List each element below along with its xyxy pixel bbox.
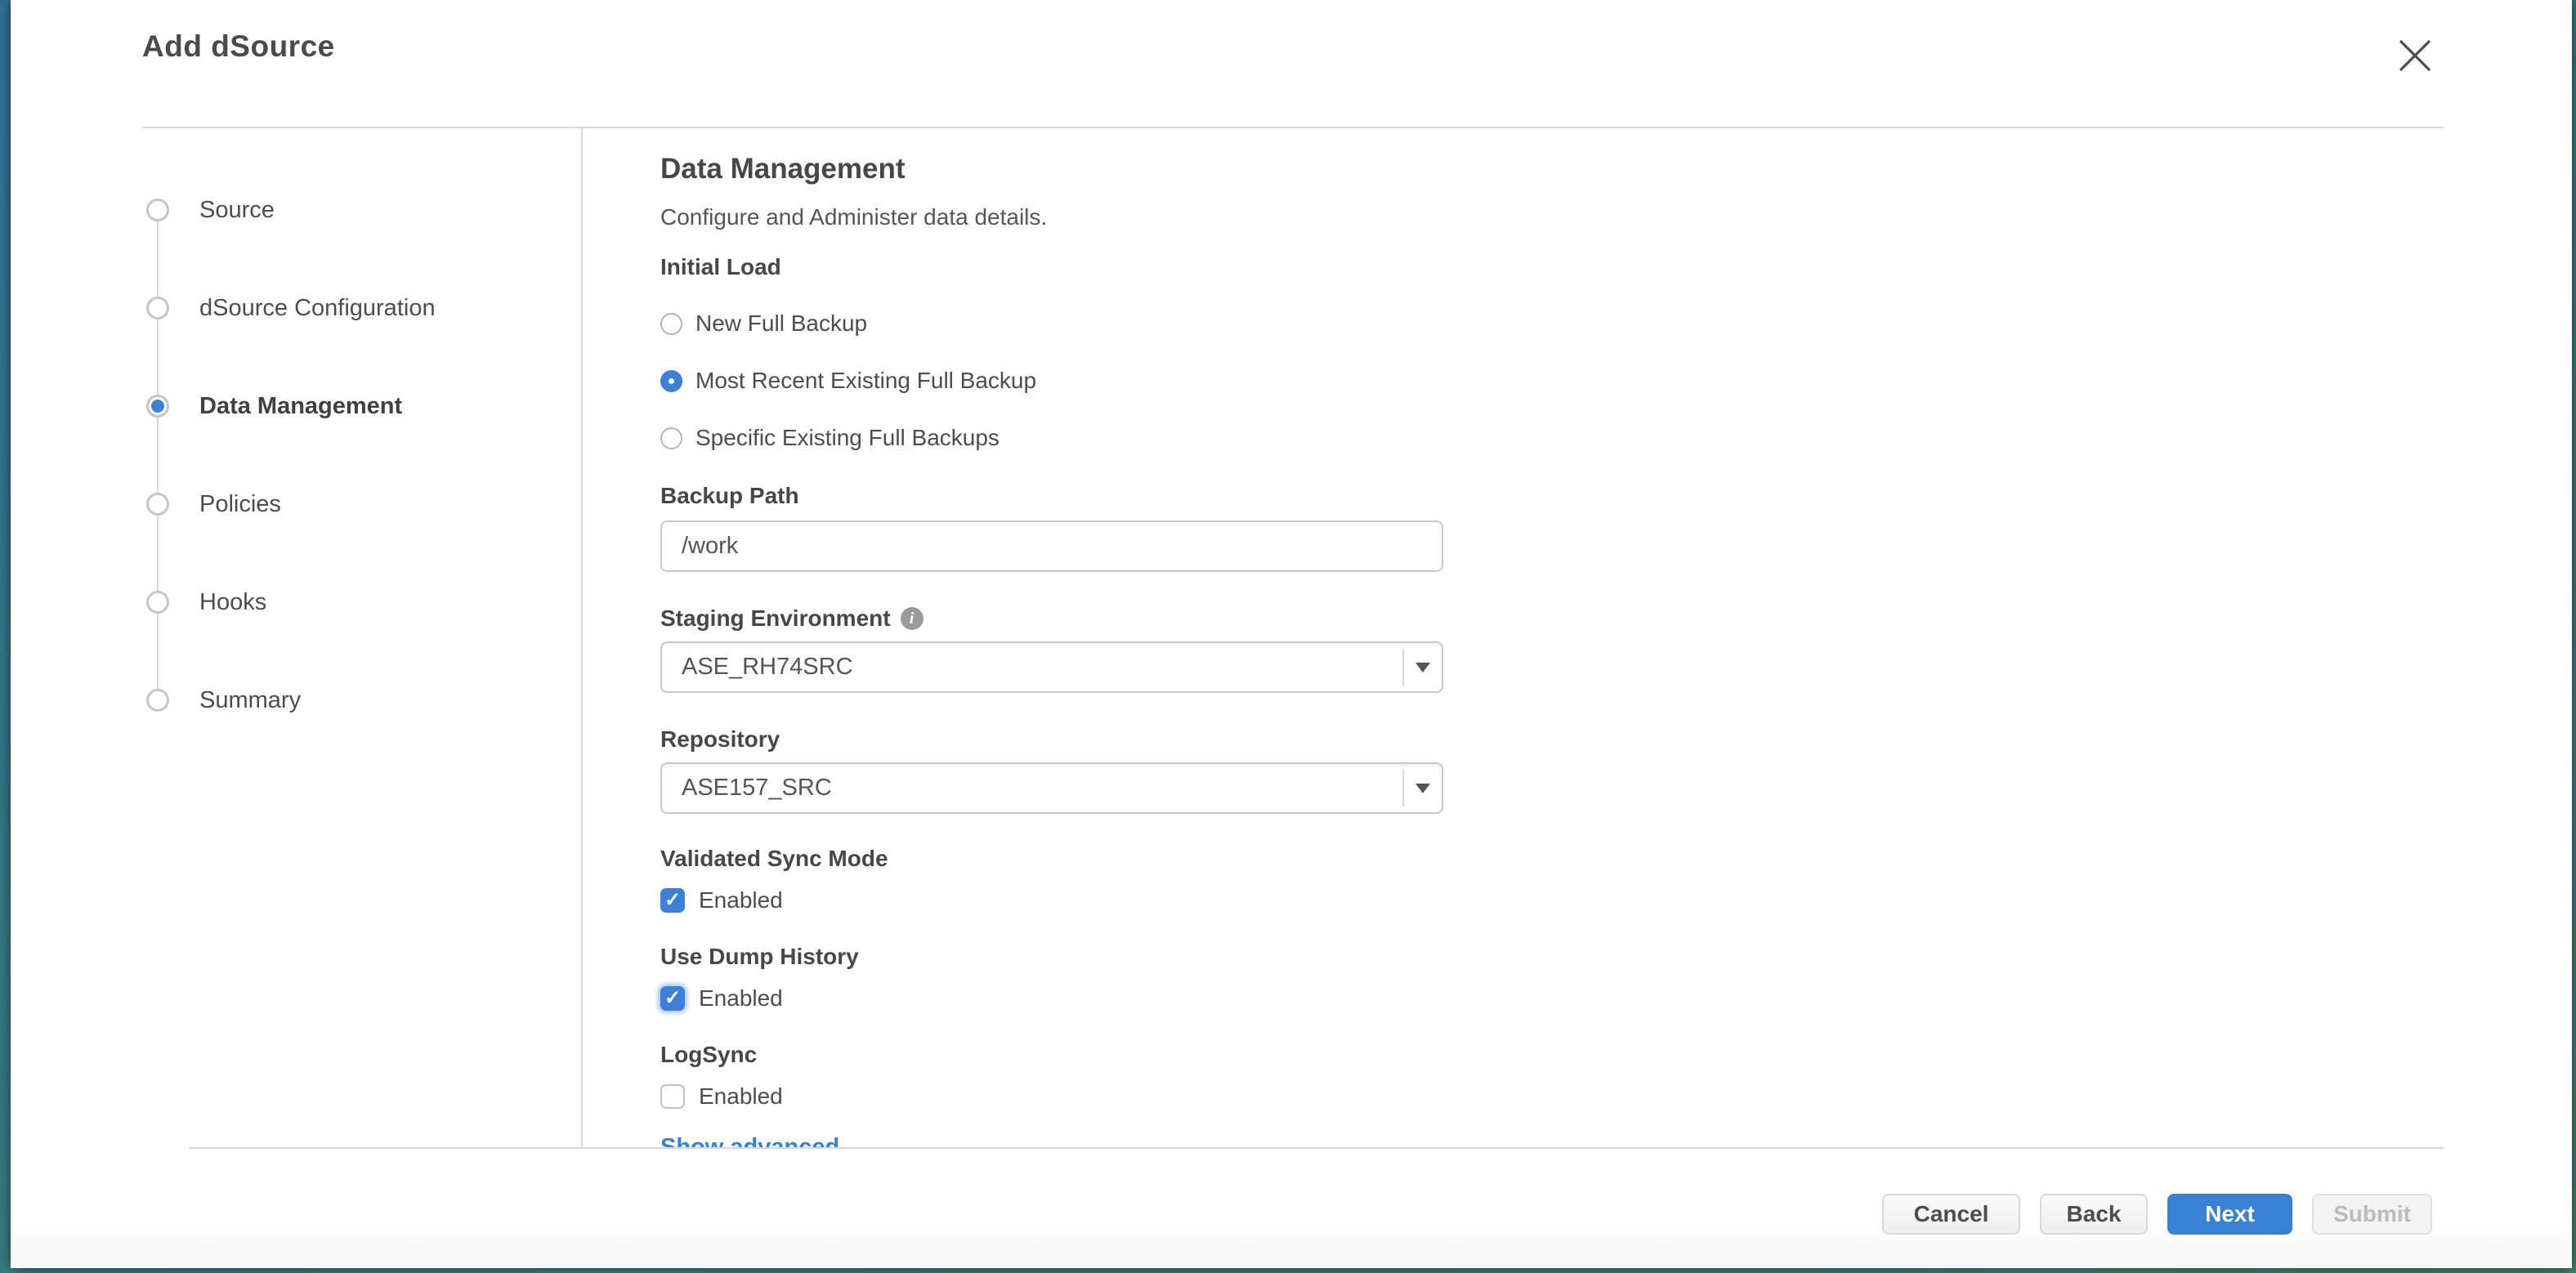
step-connector-line: [157, 210, 159, 700]
repository-label: Repository: [660, 726, 1445, 753]
dropdown-caret-zone[interactable]: [1402, 770, 1442, 806]
wizard-sidebar: Source dSource Configuration Data Manage…: [11, 128, 583, 1147]
sidebar-step-data-management[interactable]: Data Management: [146, 390, 402, 422]
step-label: Hooks: [199, 589, 266, 616]
step-circle-icon: [146, 199, 169, 221]
cancel-button[interactable]: Cancel: [1882, 1194, 2020, 1235]
checkbox-unchecked-icon: [660, 1084, 685, 1109]
radio-icon: [660, 427, 682, 449]
checkbox-label: Enabled: [699, 887, 783, 913]
footer-buttons: Cancel Back Next Submit: [1882, 1194, 2432, 1235]
submit-button[interactable]: Submit: [2312, 1194, 2432, 1235]
radio-new-full-backup[interactable]: New Full Backup: [660, 310, 1445, 337]
radio-selected-icon: [660, 370, 682, 392]
use-dump-history-checkbox[interactable]: Enabled: [660, 985, 1445, 1012]
checkbox-label: Enabled: [699, 985, 783, 1012]
step-circle-icon: [146, 297, 169, 319]
step-circle-icon: [146, 689, 169, 712]
radio-label: Specific Existing Full Backups: [695, 425, 1000, 451]
step-circle-active-icon: [146, 395, 169, 418]
close-icon: [2395, 36, 2435, 75]
modal-title: Add dSource: [142, 29, 335, 64]
checkbox-checked-icon: [660, 888, 685, 913]
use-dump-history-label: Use Dump History: [660, 943, 1445, 971]
next-button[interactable]: Next: [2167, 1194, 2292, 1235]
sidebar-step-hooks[interactable]: Hooks: [146, 586, 266, 619]
dropdown-caret-zone[interactable]: [1402, 649, 1442, 686]
backup-path-label: Backup Path: [660, 482, 1445, 510]
checkbox-checked-icon: [660, 986, 685, 1011]
validated-sync-mode-checkbox[interactable]: Enabled: [660, 887, 1445, 914]
close-button[interactable]: [2395, 36, 2435, 75]
modal-footer: Cancel Back Next Submit: [11, 1147, 2572, 1268]
repository-value: ASE157_SRC: [682, 764, 832, 812]
step-label: Source: [199, 197, 275, 224]
step-label: Summary: [199, 687, 301, 714]
radio-icon: [660, 313, 682, 335]
add-dsource-modal: Add dSource Source dSource Configuration…: [11, 0, 2572, 1268]
staging-environment-select[interactable]: ASE_RH74SRC: [660, 641, 1443, 693]
step-label: dSource Configuration: [199, 295, 436, 322]
backup-path-input[interactable]: [660, 520, 1443, 572]
sidebar-step-source[interactable]: Source: [146, 194, 275, 226]
staging-environment-value: ASE_RH74SRC: [682, 643, 853, 691]
validated-sync-mode-label: Validated Sync Mode: [660, 845, 1445, 873]
show-advanced-link[interactable]: Show advanced: [660, 1134, 839, 1147]
radio-label: New Full Backup: [695, 310, 867, 337]
radio-most-recent-existing-full-backup[interactable]: Most Recent Existing Full Backup: [660, 367, 1445, 395]
step-circle-icon: [146, 591, 169, 614]
staging-environment-label-text: Staging Environment: [660, 605, 891, 632]
sidebar-step-dsource-configuration[interactable]: dSource Configuration: [146, 292, 436, 324]
chevron-down-icon: [1415, 784, 1430, 793]
radio-label: Most Recent Existing Full Backup: [695, 368, 1036, 394]
modal-body: Source dSource Configuration Data Manage…: [11, 128, 2572, 1147]
step-circle-icon: [146, 493, 169, 516]
sidebar-step-policies[interactable]: Policies: [146, 488, 281, 520]
radio-specific-existing-full-backups[interactable]: Specific Existing Full Backups: [660, 424, 1445, 452]
repository-select[interactable]: ASE157_SRC: [660, 762, 1443, 814]
logsync-label: LogSync: [660, 1041, 1445, 1069]
checkbox-label: Enabled: [699, 1083, 783, 1110]
back-button[interactable]: Back: [2040, 1194, 2148, 1235]
initial-load-label: Initial Load: [660, 253, 1445, 281]
data-management-form: Data Management Configure and Administer…: [660, 128, 1445, 1147]
staging-environment-label: Staging Environment i: [660, 605, 1445, 632]
modal-header: Add dSource: [11, 0, 2572, 128]
page-title: Data Management: [660, 152, 1445, 186]
footer-divider: [189, 1147, 2444, 1149]
info-icon[interactable]: i: [901, 607, 924, 630]
step-label: Data Management: [199, 393, 402, 420]
chevron-down-icon: [1415, 663, 1430, 672]
step-label: Policies: [199, 491, 281, 518]
logsync-checkbox[interactable]: Enabled: [660, 1083, 1445, 1110]
page-subtitle: Configure and Administer data details.: [660, 203, 1445, 231]
sidebar-step-summary[interactable]: Summary: [146, 684, 301, 717]
